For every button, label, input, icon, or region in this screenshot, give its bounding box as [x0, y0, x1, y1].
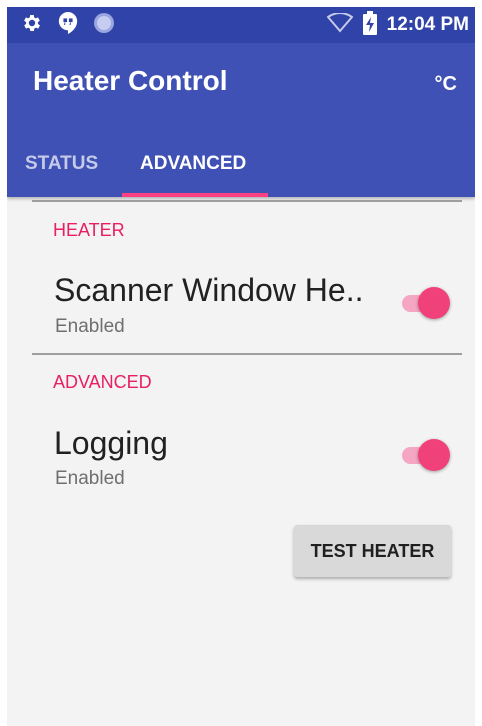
- switch-thumb: [418, 439, 450, 471]
- test-heater-button[interactable]: TEST HEATER: [294, 525, 451, 577]
- clock: 12:04 PM: [386, 14, 469, 35]
- preference-title: Scanner Window He..: [54, 272, 364, 308]
- system-icons: 12:04 PM: [326, 7, 469, 43]
- preference-summary: Enabled: [55, 468, 125, 489]
- section-header-advanced: ADVANCED: [53, 372, 152, 392]
- tab-status[interactable]: STATUS: [25, 153, 98, 175]
- scanner-heater-switch[interactable]: [400, 285, 452, 321]
- preference-summary: Enabled: [55, 316, 125, 337]
- app-bar: Heater Control °C: [7, 43, 475, 127]
- tab-indicator: [122, 193, 268, 197]
- settings-icon: [21, 12, 43, 39]
- tab-advanced[interactable]: ADVANCED: [140, 153, 246, 175]
- switch-thumb: [418, 287, 450, 319]
- sync-circle-icon: [93, 12, 115, 39]
- battery-charging-icon: [362, 10, 377, 40]
- app-screen: 12:04 PM Heater Control °C STATUS ADVANC…: [7, 7, 475, 726]
- preference-title: Logging: [54, 425, 168, 461]
- status-bar: 12:04 PM: [7, 7, 475, 43]
- hangouts-icon: [57, 11, 79, 40]
- logging-switch[interactable]: [400, 437, 452, 473]
- tab-bar: STATUS ADVANCED: [7, 127, 475, 197]
- temperature-unit-button[interactable]: °C: [431, 71, 461, 98]
- section-header-heater: HEATER: [53, 220, 125, 240]
- wifi-icon: [326, 11, 354, 38]
- divider: [32, 200, 462, 202]
- app-title: Heater Control: [33, 65, 228, 96]
- notification-icons: [21, 7, 115, 43]
- divider: [32, 353, 462, 355]
